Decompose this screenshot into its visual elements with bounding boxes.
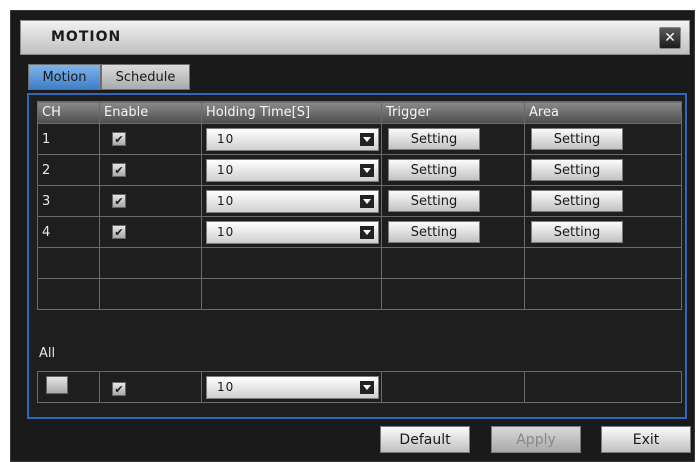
chevron-down-icon: [360, 380, 374, 394]
table-row-empty: [37, 247, 682, 279]
table-header-row: CH Enable Holding Time[S] Trigger Area: [37, 101, 682, 124]
enable-checkbox[interactable]: ✔: [112, 225, 126, 239]
ch-cell: 1: [37, 123, 100, 155]
all-enable-checkbox[interactable]: ✔: [112, 382, 126, 396]
header-enable: Enable: [99, 101, 202, 124]
apply-button[interactable]: Apply: [491, 426, 581, 453]
area-setting-button[interactable]: Setting: [531, 190, 623, 212]
tab-schedule[interactable]: Schedule: [101, 64, 190, 90]
table-row: 4 ✔ 10 Setting Setting: [37, 216, 682, 248]
table-row: 1 ✔ 10 Setting Setting: [37, 123, 682, 155]
header-ch: CH: [37, 101, 100, 124]
tab-motion[interactable]: Motion: [28, 64, 101, 90]
chevron-down-icon: [360, 194, 374, 208]
holding-time-value: 10: [217, 225, 235, 239]
holding-time-select[interactable]: 10: [206, 127, 379, 151]
all-label: All: [39, 346, 56, 361]
tab-bar: Motion Schedule: [28, 64, 190, 90]
select-all-checkbox[interactable]: [46, 376, 68, 394]
all-settings-row: ✔ 10: [37, 371, 682, 403]
header-holding-time: Holding Time[S]: [201, 101, 382, 124]
holding-time-value: 10: [217, 132, 235, 146]
chevron-down-icon: [360, 132, 374, 146]
trigger-setting-button[interactable]: Setting: [388, 221, 480, 243]
table-row: 3 ✔ 10 Setting Setting: [37, 185, 682, 217]
holding-time-select[interactable]: 10: [206, 220, 379, 244]
holding-time-value: 10: [217, 194, 235, 208]
ch-cell: 3: [37, 185, 100, 217]
exit-button[interactable]: Exit: [601, 426, 691, 453]
window-title: MOTION: [51, 29, 122, 45]
holding-time-value: 10: [217, 163, 235, 177]
ch-cell: 2: [37, 154, 100, 186]
area-setting-button[interactable]: Setting: [531, 128, 623, 150]
header-trigger: Trigger: [381, 101, 525, 124]
holding-time-select[interactable]: 10: [206, 189, 379, 213]
all-holding-time-value: 10: [217, 380, 235, 394]
enable-checkbox[interactable]: ✔: [112, 132, 126, 146]
table-row: 2 ✔ 10 Setting Setting: [37, 154, 682, 186]
title-bar: MOTION ✕: [20, 20, 690, 55]
default-button[interactable]: Default: [380, 426, 470, 453]
header-area: Area: [524, 101, 682, 124]
trigger-setting-button[interactable]: Setting: [388, 190, 480, 212]
trigger-setting-button[interactable]: Setting: [388, 159, 480, 181]
motion-panel: CH Enable Holding Time[S] Trigger Area 1…: [27, 93, 687, 419]
enable-checkbox[interactable]: ✔: [112, 194, 126, 208]
chevron-down-icon: [360, 163, 374, 177]
area-setting-button[interactable]: Setting: [531, 221, 623, 243]
holding-time-select[interactable]: 10: [206, 158, 379, 182]
motion-table: CH Enable Holding Time[S] Trigger Area 1…: [37, 101, 682, 310]
chevron-down-icon: [360, 225, 374, 239]
trigger-setting-button[interactable]: Setting: [388, 128, 480, 150]
enable-checkbox[interactable]: ✔: [112, 163, 126, 177]
all-row: ✔ 10: [37, 371, 682, 403]
all-holding-time-select[interactable]: 10: [206, 375, 379, 399]
area-setting-button[interactable]: Setting: [531, 159, 623, 181]
ch-cell: 4: [37, 216, 100, 248]
table-row-empty: [37, 278, 682, 310]
close-icon[interactable]: ✕: [659, 27, 681, 49]
